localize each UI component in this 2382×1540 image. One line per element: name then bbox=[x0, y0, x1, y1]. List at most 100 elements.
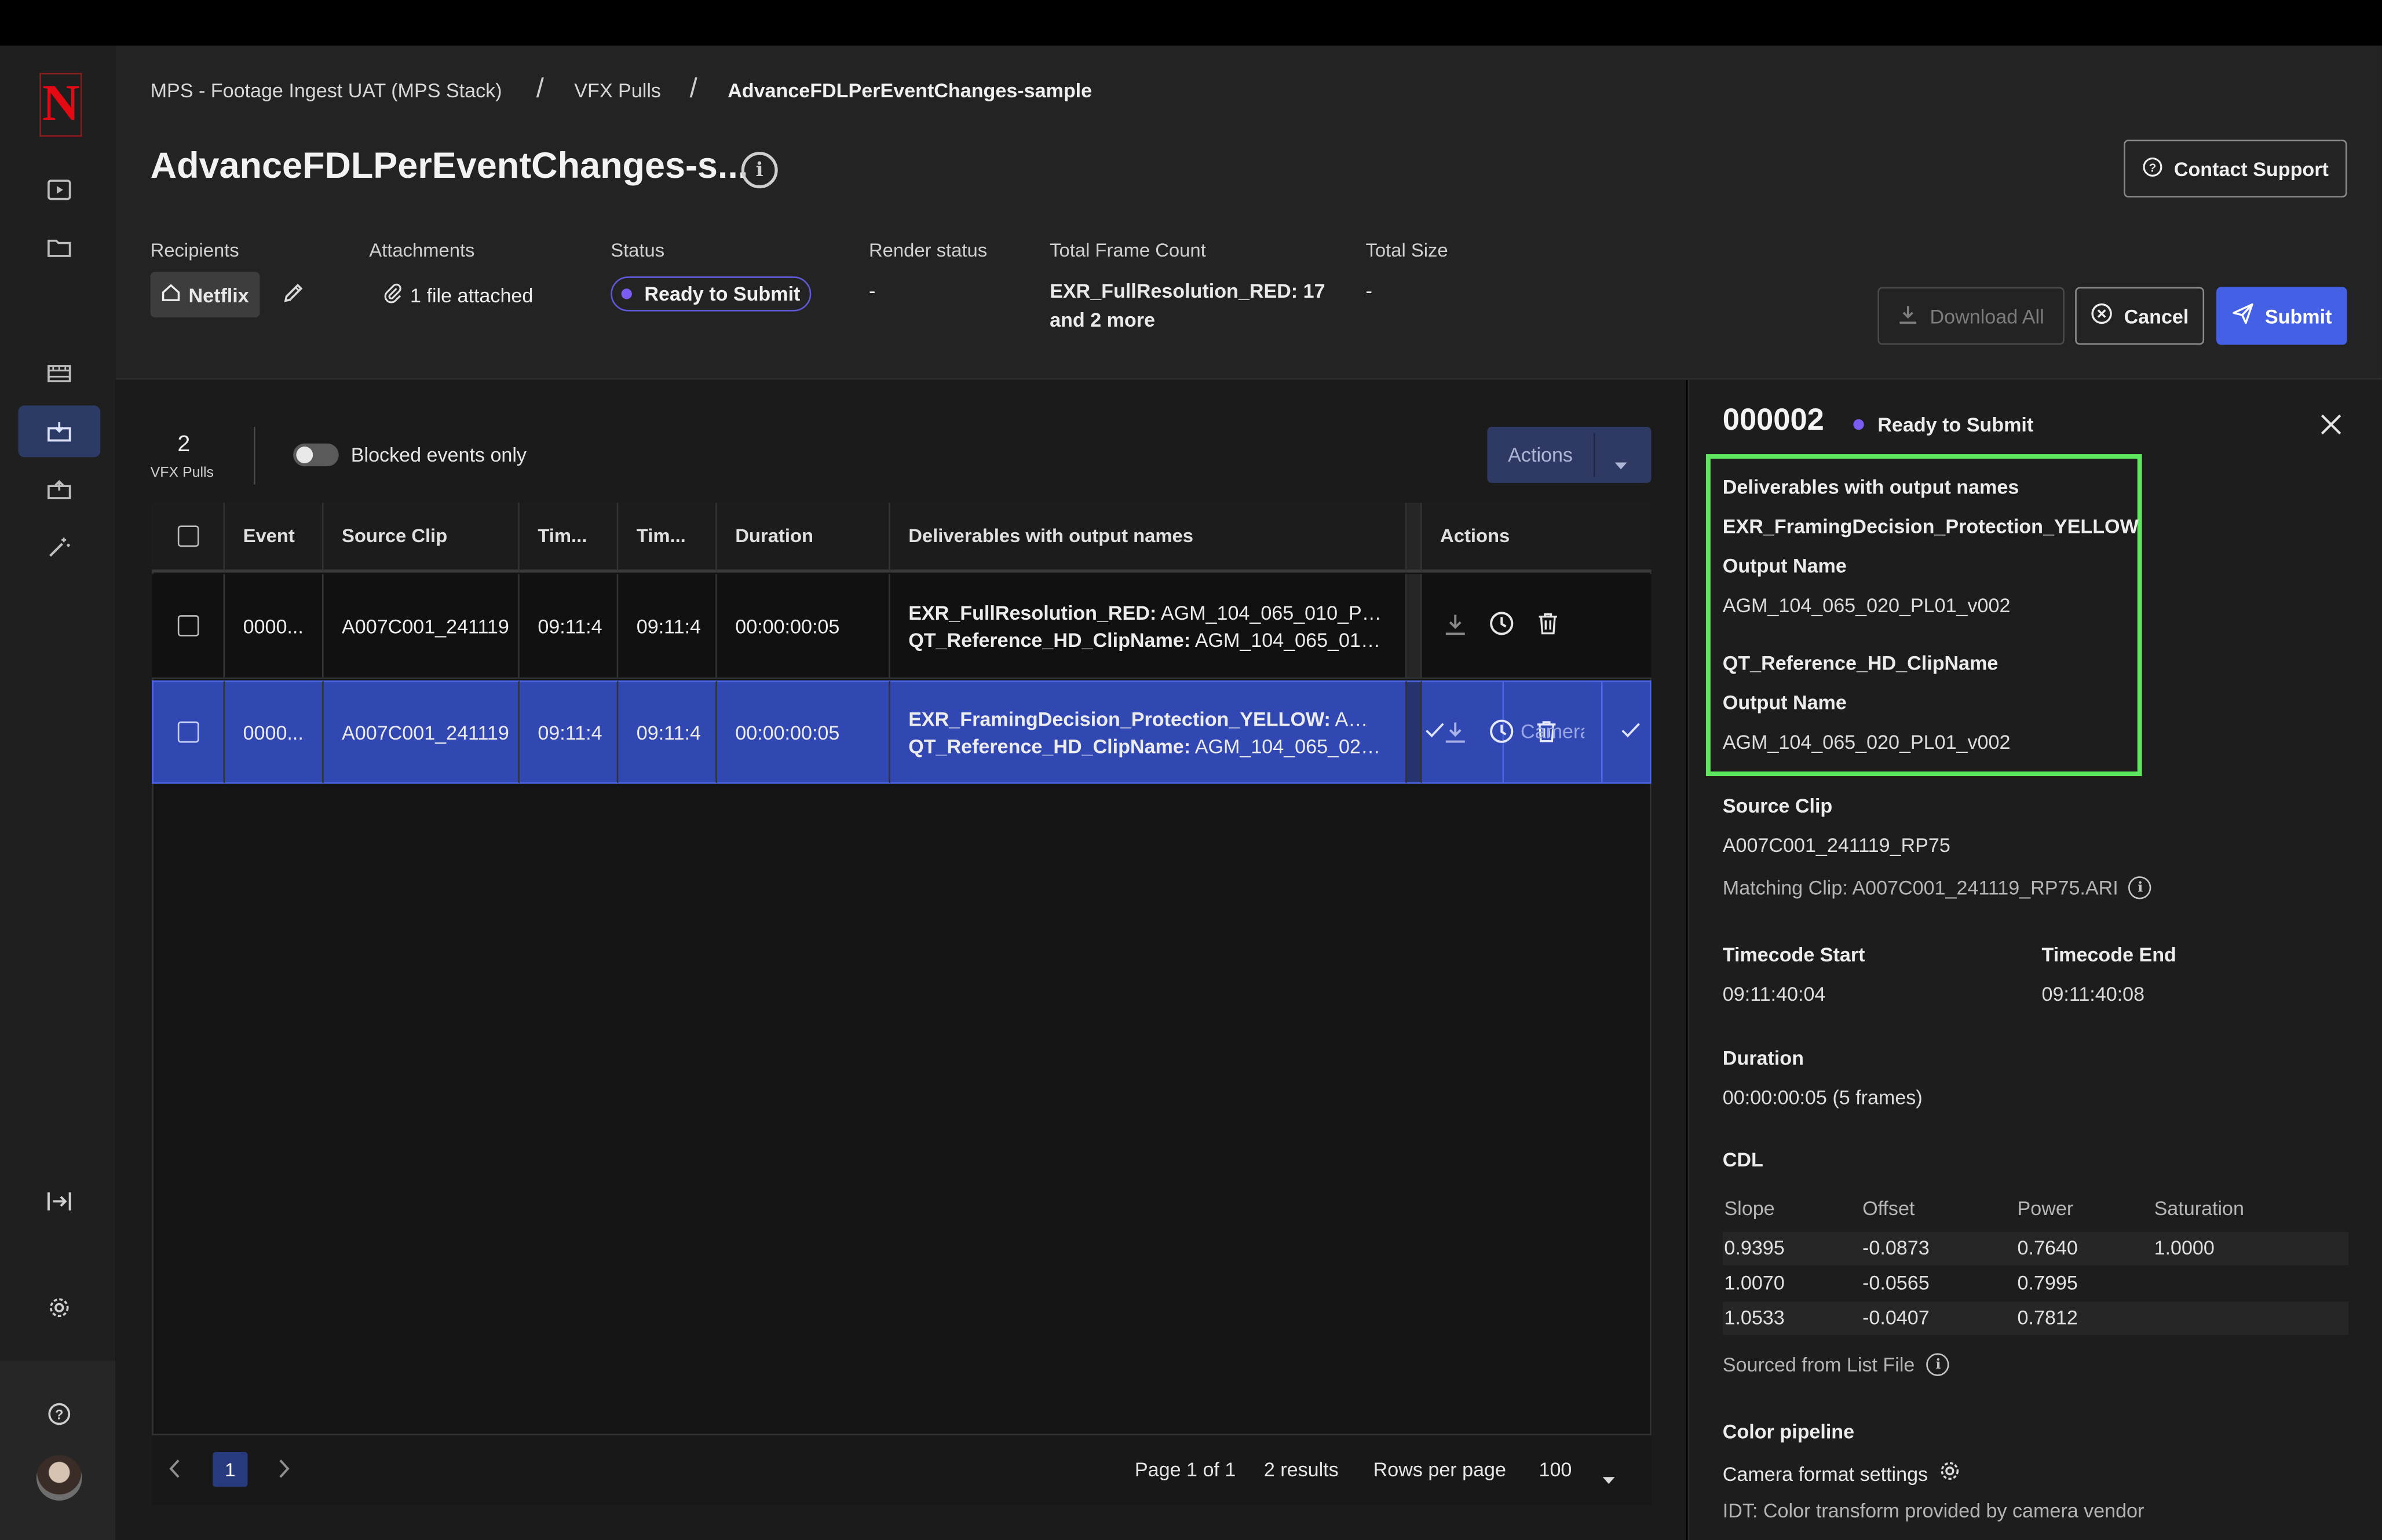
column-header-timecode-end[interactable]: Tim... bbox=[618, 503, 717, 573]
column-resize-handle[interactable] bbox=[1406, 574, 1422, 679]
column-header-duration[interactable]: Duration bbox=[717, 503, 890, 573]
cdl-row: 1.0533 -0.0407 0.7812 bbox=[1722, 1301, 2349, 1336]
row-checkbox[interactable] bbox=[177, 615, 199, 637]
avatar[interactable] bbox=[36, 1455, 82, 1501]
column-header-event[interactable]: Event bbox=[225, 503, 324, 573]
gear-icon[interactable] bbox=[1938, 1459, 1961, 1487]
folder-icon[interactable] bbox=[39, 231, 79, 265]
cell-source-clip[interactable]: A007C001_241119 bbox=[323, 574, 520, 679]
chevron-right-icon[interactable] bbox=[276, 1458, 291, 1487]
cell-duration[interactable]: 00:00:00:05 bbox=[717, 680, 890, 784]
row-checkbox[interactable] bbox=[177, 721, 199, 743]
download-icon[interactable] bbox=[1443, 612, 1467, 641]
vfx-pulls-icon[interactable] bbox=[39, 415, 79, 448]
cdl-header-saturation: Saturation bbox=[2154, 1197, 2244, 1220]
download-all-label: Download All bbox=[1930, 304, 2044, 328]
blocked-events-toggle[interactable] bbox=[293, 443, 339, 467]
cell-divider bbox=[1601, 682, 1603, 782]
close-icon[interactable] bbox=[2319, 413, 2342, 443]
column-header-source-clip[interactable]: Source Clip bbox=[323, 503, 520, 573]
page-number-current[interactable]: 1 bbox=[213, 1452, 248, 1487]
history-clock-icon[interactable] bbox=[1489, 610, 1515, 641]
contact-support-button[interactable]: ? Contact Support bbox=[2124, 140, 2347, 197]
collapse-sidebar-icon[interactable] bbox=[39, 1184, 79, 1218]
sidebar-bottom bbox=[0, 1360, 116, 1540]
recipients-label: Recipients bbox=[150, 240, 239, 262]
camera-format-settings[interactable]: Camera format settings bbox=[1723, 1459, 1961, 1487]
render-status-value: - bbox=[869, 279, 876, 302]
deliverable-name: QT_Reference_HD_ClipName bbox=[1722, 652, 1999, 675]
column-header-deliverables[interactable]: Deliverables with output names bbox=[890, 503, 1407, 573]
cell-duration[interactable]: 00:00:00:05 bbox=[717, 574, 890, 679]
breadcrumb-separator: / bbox=[689, 72, 697, 104]
table-row-checkbox-cell bbox=[152, 680, 225, 784]
column-resize-handle[interactable] bbox=[1406, 680, 1422, 784]
gear-icon[interactable] bbox=[39, 1291, 79, 1325]
vfx-pulls-count: 2 bbox=[177, 431, 191, 458]
cell-timecode-start[interactable]: 09:11:4 bbox=[519, 680, 619, 784]
cell-timecode-end[interactable]: 09:11:4 bbox=[618, 680, 717, 784]
breadcrumb-item-vfx-pulls[interactable]: VFX Pulls bbox=[574, 79, 661, 101]
chevron-left-icon[interactable] bbox=[167, 1458, 182, 1487]
status-label: Status bbox=[611, 240, 665, 262]
film-icon[interactable] bbox=[39, 357, 79, 390]
attachments-link[interactable]: 1 file attached bbox=[383, 283, 533, 309]
source-clip-value: A007C001_241119_RP75 bbox=[1722, 833, 1950, 857]
cdl-header-slope: Slope bbox=[1724, 1197, 1775, 1220]
edit-pencil-icon[interactable] bbox=[281, 281, 305, 313]
actions-label[interactable]: Actions bbox=[1487, 427, 1594, 483]
cell-source-clip[interactable]: A007C001_241119 bbox=[323, 680, 520, 784]
caret-down-icon[interactable] bbox=[1601, 1466, 1616, 1493]
select-all-checkbox[interactable] bbox=[177, 525, 199, 547]
info-icon[interactable]: i bbox=[1927, 1353, 1950, 1376]
download-all-button[interactable]: Download All bbox=[1877, 287, 2065, 345]
window-top-bar bbox=[0, 0, 2382, 46]
check-icon[interactable] bbox=[1425, 720, 1445, 742]
total-frame-line2[interactable]: and 2 more bbox=[1050, 308, 1155, 331]
caret-down-icon[interactable] bbox=[1613, 451, 1628, 478]
play-icon[interactable] bbox=[39, 173, 79, 207]
help-icon[interactable]: ? bbox=[39, 1398, 79, 1431]
recipient-chip[interactable]: Netflix bbox=[150, 272, 260, 318]
rows-per-page-label: Rows per page bbox=[1373, 1458, 1506, 1481]
cell-event[interactable]: 0000... bbox=[225, 680, 324, 784]
check-icon[interactable] bbox=[1621, 720, 1641, 742]
submit-button[interactable]: Submit bbox=[2216, 287, 2347, 345]
rows-per-page-select[interactable]: 100 bbox=[1539, 1458, 1572, 1481]
magic-wand-icon[interactable] bbox=[39, 530, 79, 564]
info-icon[interactable]: i bbox=[2129, 876, 2152, 899]
history-clock-icon[interactable] bbox=[1489, 718, 1515, 748]
submit-label: Submit bbox=[2264, 304, 2332, 328]
output-name-label: Output Name bbox=[1722, 691, 1847, 714]
ingest-icon[interactable] bbox=[39, 473, 79, 506]
cell-timecode-start[interactable]: 09:11:4 bbox=[519, 574, 619, 679]
total-size-value: - bbox=[1365, 279, 1372, 302]
help-icon: ? bbox=[2142, 156, 2164, 182]
info-icon[interactable]: i bbox=[741, 152, 778, 189]
cell-deliverables[interactable]: EXR_FullResolution_RED: AGM_104_065_010_… bbox=[890, 574, 1407, 679]
cell-event[interactable]: 0000... bbox=[225, 574, 324, 679]
deliverable-key: QT_Reference_HD_ClipName: bbox=[908, 628, 1191, 651]
trash-icon[interactable] bbox=[1536, 610, 1560, 641]
matching-clip-text: Matching Clip: A007C001_241119_RP75.ARI bbox=[1722, 876, 2118, 899]
color-pipeline-label: Color pipeline bbox=[1722, 1420, 1855, 1443]
svg-text:?: ? bbox=[2149, 160, 2157, 174]
page-info: Page 1 of 1 bbox=[1134, 1458, 1236, 1481]
breadcrumb-item-stack[interactable]: MPS - Footage Ingest UAT (MPS Stack) bbox=[151, 79, 502, 101]
matching-clip: Matching Clip: A007C001_241119_RP75.ARI … bbox=[1723, 876, 2152, 899]
column-resize-handle[interactable] bbox=[1406, 503, 1422, 573]
column-header-timecode-start[interactable]: Tim... bbox=[519, 503, 619, 573]
vfx-pulls-count-label: VFX Pulls bbox=[150, 464, 214, 482]
cell-timecode-end[interactable]: 09:11:4 bbox=[618, 574, 717, 679]
detail-status: Ready to Submit bbox=[1853, 413, 2033, 436]
cancel-button[interactable]: Cancel bbox=[2075, 287, 2205, 345]
cell-deliverables[interactable]: EXR_FramingDecision_Protection_YELLOW: A… bbox=[890, 680, 1407, 784]
source-clip-label: Source Clip bbox=[1722, 794, 1833, 817]
netflix-logo[interactable]: N bbox=[39, 72, 82, 137]
download-icon[interactable] bbox=[1443, 720, 1467, 749]
download-icon bbox=[1898, 303, 1919, 329]
deliverable-key: EXR_FullResolution_RED: bbox=[908, 601, 1157, 624]
deliverables-heading: Deliverables with output names bbox=[1722, 475, 2019, 499]
contact-support-label: Contact Support bbox=[2173, 157, 2329, 180]
cdl-power: 0.7812 bbox=[2017, 1306, 2078, 1329]
